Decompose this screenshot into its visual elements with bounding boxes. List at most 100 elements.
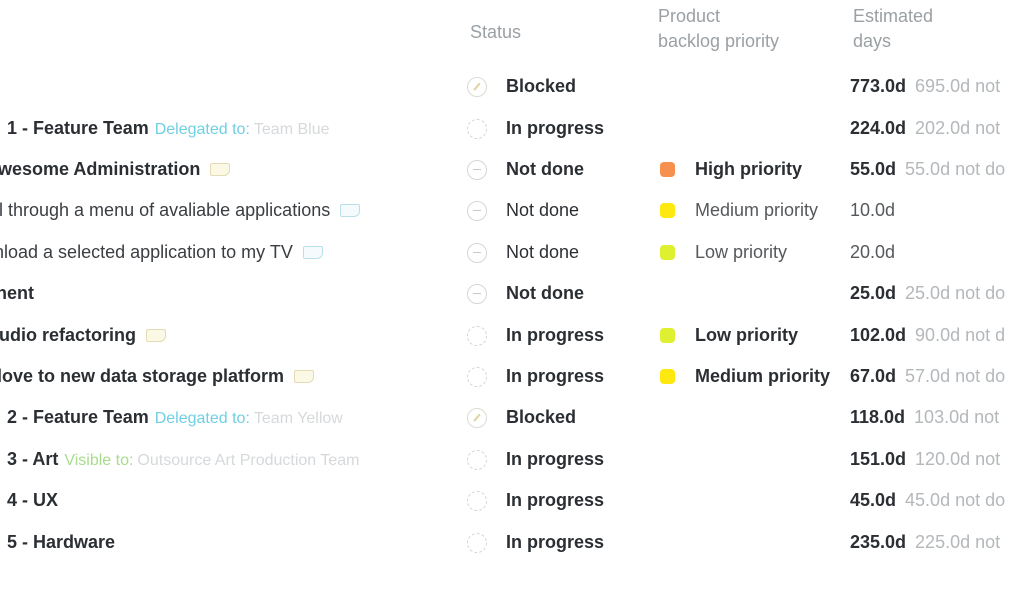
item-name-cell[interactable]: 1 - Feature Team Delegated to: Team Blue	[7, 108, 330, 149]
item-title[interactable]: l through a menu of avaliable applicatio…	[0, 200, 330, 220]
total-days: 151.0d	[850, 449, 907, 469]
item-title[interactable]: 4 - UX	[7, 490, 58, 510]
total-days: 67.0d	[850, 366, 897, 386]
total-days: 45.0d	[850, 490, 897, 510]
priority-cell[interactable]: High priority	[660, 149, 802, 190]
priority-text: Low priority	[695, 325, 798, 345]
column-header-priority-line2: backlog priority	[658, 31, 780, 51]
not-done-icon	[467, 283, 487, 304]
column-header-priority[interactable]: Product backlog priority	[658, 4, 779, 54]
item-name-cell[interactable]: 4 - UX	[7, 480, 58, 521]
table-row[interactable]: 2 - Feature Team Delegated to: Team Yellow…	[0, 397, 1024, 438]
table-row[interactable]: 1 - Feature Team Delegated to: Team Blue I…	[0, 108, 1024, 149]
item-title[interactable]: 5 - Hardware	[7, 532, 115, 552]
note-icon[interactable]	[210, 163, 231, 176]
table-row[interactable]: wesome Administration Not done High prio…	[0, 149, 1024, 190]
days-cell: 45.0d 45.0d not do	[850, 480, 1005, 521]
delegated-team[interactable]: Team Yellow	[254, 410, 343, 427]
remaining-days: 202.0d not	[915, 118, 1001, 138]
status-cell[interactable]: In progress	[467, 522, 604, 563]
item-name-cell[interactable]: l through a menu of avaliable applicatio…	[0, 190, 361, 231]
days-cell: 67.0d 57.0d not do	[850, 356, 1005, 397]
days-cell: 55.0d 55.0d not do	[850, 149, 1005, 190]
item-name-cell[interactable]: 3 - Art Visible to: Outsource Art Producti…	[7, 439, 359, 480]
column-header-priority-line1: Product	[658, 6, 721, 26]
item-title[interactable]: wesome Administration	[0, 159, 200, 179]
status-cell[interactable]: In progress	[467, 356, 604, 397]
item-name-cell[interactable]: 2 - Feature Team Delegated to: Team Yellow	[7, 397, 343, 438]
item-title[interactable]: nent	[0, 283, 34, 303]
table-row[interactable]: Blocked 773.0d 695.0d not	[0, 66, 1024, 107]
item-name-cell[interactable]: nent	[0, 273, 34, 314]
visible-to-team[interactable]: Outsource Art Production Team	[137, 452, 359, 469]
remaining-days: 25.0d not do	[905, 283, 1006, 303]
total-days: 55.0d	[850, 159, 897, 179]
total-days: 102.0d	[850, 325, 907, 345]
status-text: Not done	[506, 283, 584, 303]
status-cell[interactable]: In progress	[467, 480, 604, 521]
days-cell: 773.0d 695.0d not	[850, 66, 1000, 107]
remaining-days: 695.0d not	[915, 76, 1001, 96]
item-title[interactable]: udio refactoring	[0, 325, 136, 345]
in-progress-icon	[467, 118, 487, 139]
column-header-estimated-days[interactable]: Estimated days	[853, 4, 933, 54]
medium-priority-swatch-icon	[660, 369, 675, 384]
table-row[interactable]: l through a menu of avaliable applicatio…	[0, 190, 1024, 231]
status-cell[interactable]: Not done	[467, 273, 584, 314]
note-icon[interactable]	[340, 204, 361, 217]
item-title[interactable]: nload a selected application to my TV	[0, 242, 293, 262]
delegated-label: Delegated to:	[154, 121, 250, 138]
item-title[interactable]: 1 - Feature Team	[7, 118, 149, 138]
item-name-cell[interactable]: wesome Administration	[0, 149, 231, 190]
blocked-icon	[467, 76, 487, 97]
column-header-days-line1: Estimated	[853, 6, 934, 26]
note-icon[interactable]	[294, 370, 315, 383]
status-cell[interactable]: In progress	[467, 439, 604, 480]
priority-cell[interactable]: Low priority	[660, 315, 798, 356]
status-cell[interactable]: Blocked	[467, 66, 576, 107]
table-row[interactable]: 4 - UX In progress 45.0d 45.0d not do	[0, 480, 1024, 521]
note-icon[interactable]	[146, 329, 167, 342]
item-name-cell[interactable]: udio refactoring	[0, 315, 167, 356]
table-row[interactable]: nload a selected application to my TV No…	[0, 232, 1024, 273]
status-cell[interactable]: In progress	[467, 108, 604, 149]
total-days: 20.0d	[850, 242, 896, 262]
table-row[interactable]: love to new data storage platform In pro…	[0, 356, 1024, 397]
item-name-cell[interactable]: love to new data storage platform	[0, 356, 315, 397]
status-cell[interactable]: In progress	[467, 315, 604, 356]
in-progress-icon	[467, 325, 487, 346]
item-name-cell[interactable]: nload a selected application to my TV	[0, 232, 323, 273]
high-priority-swatch-icon	[660, 162, 675, 177]
days-cell: 10.0d	[850, 190, 895, 231]
table-row[interactable]: nent Not done 25.0d 25.0d not do	[0, 273, 1024, 314]
priority-cell[interactable]: Low priority	[660, 232, 787, 273]
remaining-days: 225.0d not	[915, 532, 1001, 552]
days-cell: 151.0d 120.0d not	[850, 439, 1000, 480]
days-cell: 235.0d 225.0d not	[850, 522, 1000, 563]
status-cell[interactable]: Not done	[467, 149, 584, 190]
delegated-team[interactable]: Team Blue	[254, 121, 330, 138]
column-header-status[interactable]: Status	[470, 20, 521, 45]
in-progress-icon	[467, 366, 487, 387]
note-icon[interactable]	[302, 246, 323, 259]
table-row[interactable]: 3 - Art Visible to: Outsource Art Producti…	[0, 439, 1024, 480]
priority-cell[interactable]: Medium priority	[660, 356, 830, 397]
delegated-label: Delegated to:	[154, 410, 250, 427]
total-days: 118.0d	[850, 407, 906, 427]
item-title[interactable]: love to new data storage platform	[0, 366, 284, 386]
status-cell[interactable]: Blocked	[467, 397, 576, 438]
total-days: 25.0d	[850, 283, 897, 303]
item-title[interactable]: 2 - Feature Team	[7, 407, 149, 427]
item-title[interactable]: 3 - Art	[7, 449, 58, 469]
priority-cell[interactable]: Medium priority	[660, 190, 818, 231]
item-name-cell[interactable]: 5 - Hardware	[7, 522, 115, 563]
status-cell[interactable]: Not done	[467, 190, 579, 231]
remaining-days: 120.0d not	[915, 449, 1001, 469]
status-cell[interactable]: Not done	[467, 232, 579, 273]
remaining-days: 57.0d not do	[905, 366, 1006, 386]
table-row[interactable]: 5 - Hardware In progress 235.0d 225.0d no…	[0, 522, 1024, 563]
table-row[interactable]: udio refactoring In progress Low priorit…	[0, 315, 1024, 356]
medium-priority-swatch-icon	[660, 203, 675, 218]
priority-text: Medium priority	[695, 366, 831, 386]
status-text: Blocked	[506, 407, 577, 427]
